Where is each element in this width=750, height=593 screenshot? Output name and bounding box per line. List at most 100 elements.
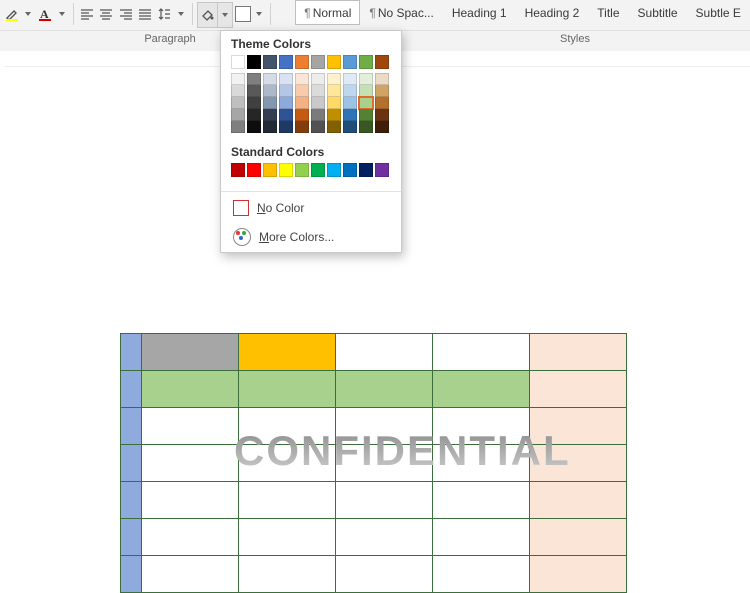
theme-swatch[interactable] bbox=[279, 55, 293, 69]
document-table[interactable] bbox=[120, 333, 627, 593]
table-cell[interactable] bbox=[121, 556, 142, 593]
table-cell[interactable] bbox=[121, 408, 142, 445]
table-cell[interactable] bbox=[433, 445, 530, 482]
style-item-normal[interactable]: ¶Normal bbox=[295, 0, 360, 25]
shade-swatch[interactable] bbox=[311, 97, 325, 109]
table-cell[interactable] bbox=[336, 445, 433, 482]
shade-swatch[interactable] bbox=[279, 73, 293, 85]
standard-swatch[interactable] bbox=[295, 163, 309, 177]
theme-swatch[interactable] bbox=[295, 55, 309, 69]
shade-swatch[interactable] bbox=[359, 85, 373, 97]
shade-swatch[interactable] bbox=[263, 109, 277, 121]
shade-swatch[interactable] bbox=[311, 73, 325, 85]
table-cell[interactable] bbox=[239, 556, 336, 593]
shade-swatch[interactable] bbox=[231, 85, 245, 97]
shade-swatch[interactable] bbox=[327, 109, 341, 121]
shade-swatch[interactable] bbox=[295, 97, 309, 109]
shade-swatch[interactable] bbox=[343, 97, 357, 109]
shade-swatch[interactable] bbox=[247, 121, 261, 133]
table-cell[interactable] bbox=[336, 482, 433, 519]
shade-swatch[interactable] bbox=[327, 85, 341, 97]
shade-swatch[interactable] bbox=[231, 109, 245, 121]
table-cell[interactable] bbox=[121, 445, 142, 482]
shade-swatch[interactable] bbox=[231, 121, 245, 133]
shade-swatch[interactable] bbox=[327, 121, 341, 133]
table-cell[interactable] bbox=[239, 519, 336, 556]
standard-swatch[interactable] bbox=[343, 163, 357, 177]
theme-swatch[interactable] bbox=[247, 55, 261, 69]
table-cell[interactable] bbox=[530, 371, 627, 408]
table-cell[interactable] bbox=[530, 482, 627, 519]
table-cell[interactable] bbox=[121, 371, 142, 408]
table-cell[interactable] bbox=[142, 371, 239, 408]
shade-swatch[interactable] bbox=[279, 85, 293, 97]
shade-swatch[interactable] bbox=[295, 109, 309, 121]
align-right-button[interactable] bbox=[116, 2, 135, 26]
table-cell[interactable] bbox=[239, 334, 336, 371]
table-cell[interactable] bbox=[121, 482, 142, 519]
standard-swatch[interactable] bbox=[375, 163, 389, 177]
shade-swatch[interactable] bbox=[311, 109, 325, 121]
shade-swatch[interactable] bbox=[375, 85, 389, 97]
shade-swatch[interactable] bbox=[375, 121, 389, 133]
shade-swatch[interactable] bbox=[343, 109, 357, 121]
table-cell[interactable] bbox=[433, 482, 530, 519]
style-item-heading-1[interactable]: Heading 1 bbox=[443, 0, 516, 25]
table-cell[interactable] bbox=[121, 519, 142, 556]
highlight-color-dropdown[interactable] bbox=[21, 2, 35, 26]
borders-button[interactable] bbox=[233, 2, 252, 26]
shade-swatch[interactable] bbox=[263, 85, 277, 97]
align-center-button[interactable] bbox=[97, 2, 116, 26]
shade-swatch[interactable] bbox=[247, 85, 261, 97]
shade-swatch[interactable] bbox=[279, 121, 293, 133]
table-cell[interactable] bbox=[142, 408, 239, 445]
table-cell[interactable] bbox=[336, 371, 433, 408]
line-spacing-button[interactable] bbox=[154, 2, 173, 26]
shade-swatch[interactable] bbox=[231, 97, 245, 109]
shade-swatch[interactable] bbox=[247, 109, 261, 121]
standard-swatch[interactable] bbox=[263, 163, 277, 177]
style-item-heading-2[interactable]: Heading 2 bbox=[516, 0, 589, 25]
shade-swatch[interactable] bbox=[231, 73, 245, 85]
style-item-title[interactable]: Title bbox=[588, 0, 628, 25]
table-cell[interactable] bbox=[530, 408, 627, 445]
table-cell[interactable] bbox=[530, 519, 627, 556]
style-item-subtle-e[interactable]: Subtle E bbox=[687, 0, 750, 25]
shade-swatch[interactable] bbox=[263, 97, 277, 109]
table-cell[interactable] bbox=[142, 334, 239, 371]
font-color-button[interactable]: A bbox=[35, 2, 54, 26]
shade-swatch[interactable] bbox=[359, 73, 373, 85]
theme-swatch[interactable] bbox=[327, 55, 341, 69]
shade-swatch[interactable] bbox=[343, 85, 357, 97]
table-cell[interactable] bbox=[239, 482, 336, 519]
more-colors-item[interactable]: More Colors... bbox=[221, 222, 401, 252]
shade-swatch[interactable] bbox=[295, 73, 309, 85]
shade-swatch[interactable] bbox=[247, 73, 261, 85]
shade-swatch[interactable] bbox=[359, 97, 373, 109]
standard-swatch[interactable] bbox=[359, 163, 373, 177]
shade-swatch[interactable] bbox=[279, 109, 293, 121]
no-color-item[interactable]: No Color bbox=[221, 194, 401, 222]
table-cell[interactable] bbox=[433, 408, 530, 445]
table-cell[interactable] bbox=[530, 556, 627, 593]
standard-swatch[interactable] bbox=[231, 163, 245, 177]
table-cell[interactable] bbox=[239, 445, 336, 482]
theme-swatch[interactable] bbox=[343, 55, 357, 69]
table-cell[interactable] bbox=[336, 334, 433, 371]
standard-swatch[interactable] bbox=[327, 163, 341, 177]
shade-swatch[interactable] bbox=[375, 97, 389, 109]
shade-swatch[interactable] bbox=[327, 97, 341, 109]
shading-dropdown-toggle[interactable] bbox=[218, 2, 233, 28]
borders-dropdown[interactable] bbox=[252, 2, 266, 26]
shade-swatch[interactable] bbox=[327, 73, 341, 85]
table-cell[interactable] bbox=[142, 519, 239, 556]
line-spacing-dropdown[interactable] bbox=[173, 2, 187, 26]
standard-swatch[interactable] bbox=[279, 163, 293, 177]
shade-swatch[interactable] bbox=[375, 73, 389, 85]
table-cell[interactable] bbox=[239, 408, 336, 445]
theme-swatch[interactable] bbox=[263, 55, 277, 69]
shade-swatch[interactable] bbox=[311, 85, 325, 97]
shade-swatch[interactable] bbox=[279, 97, 293, 109]
shade-swatch[interactable] bbox=[359, 109, 373, 121]
style-item-no-spac-[interactable]: ¶No Spac... bbox=[360, 0, 442, 25]
